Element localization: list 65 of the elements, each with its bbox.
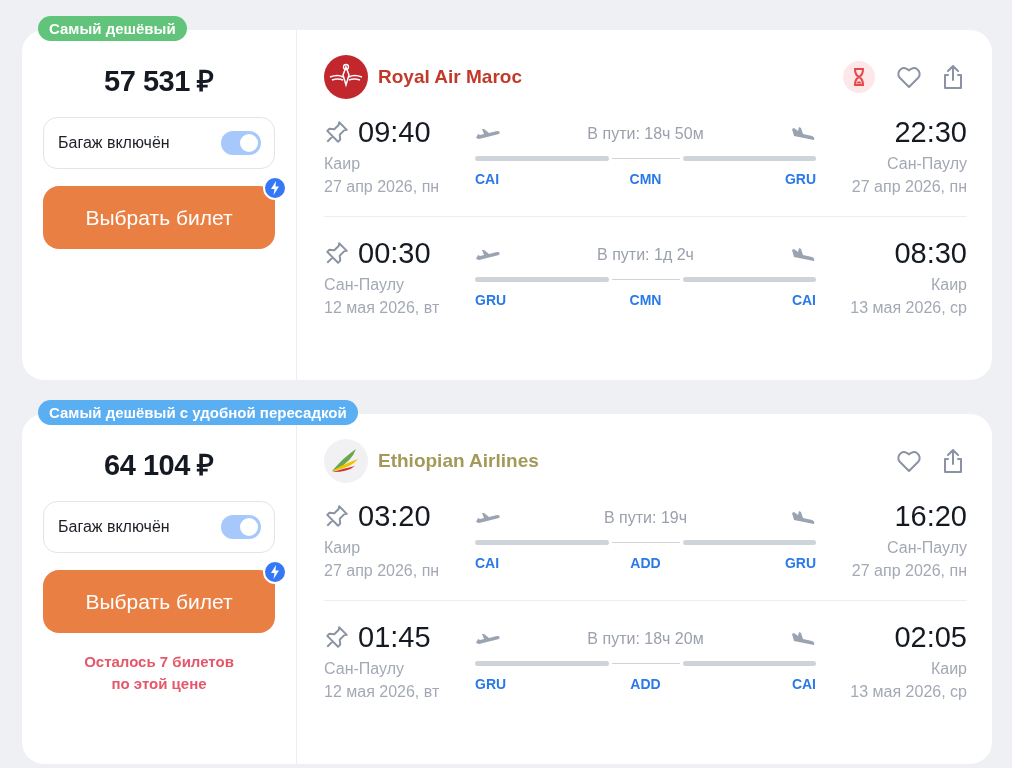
travel-duration: В пути: 1д 2ч <box>597 246 694 264</box>
arrival-time: 02:05 <box>893 620 967 655</box>
arrival-date: 27 апр 2026, пн <box>850 177 967 197</box>
pin-icon[interactable] <box>324 240 350 266</box>
airport-code: CMN <box>629 292 662 308</box>
airport-code: CMN <box>629 171 662 187</box>
airport-code: GRU <box>784 555 816 571</box>
offer-badge: Самый дешёвый <box>38 16 187 41</box>
landing-plane-icon <box>790 247 816 263</box>
airline-name: Royal Air Maroc <box>378 66 522 88</box>
landing-plane-icon <box>790 631 816 647</box>
departure-time: 03:20 <box>358 499 431 534</box>
departure-date: 27 апр 2026, пн <box>324 561 441 581</box>
arrival-date: 13 мая 2026, ср <box>849 682 967 702</box>
airport-code: ADD <box>630 555 661 571</box>
airport-code: ADD <box>630 676 661 692</box>
landing-plane-icon <box>790 510 816 526</box>
travel-duration: В пути: 18ч 50м <box>587 125 704 143</box>
departure-time: 01:45 <box>358 620 431 655</box>
baggage-label: Багаж включён <box>58 518 170 536</box>
tickets-left-note: Осталось 7 билетов по этой цене <box>83 652 235 694</box>
arrival-city: Каир <box>929 659 967 679</box>
airport-code: GRU <box>784 171 816 187</box>
pin-icon[interactable] <box>324 624 350 650</box>
departure-city: Каир <box>324 538 362 558</box>
arrival-date: 13 мая 2026, ср <box>849 298 967 318</box>
airport-code: CAI <box>475 171 500 187</box>
arrival-date: 27 апр 2026, пн <box>850 561 967 581</box>
airport-code: GRU <box>475 676 507 692</box>
price: 64 104 ₽ <box>104 448 214 483</box>
takeoff-plane-icon <box>475 247 501 263</box>
pin-icon[interactable] <box>324 503 350 529</box>
departure-date: 12 мая 2026, вт <box>324 298 441 318</box>
baggage-toggle-row[interactable]: Багаж включён <box>43 501 275 553</box>
departure-time: 09:40 <box>358 115 431 150</box>
arrival-time: 16:20 <box>893 499 967 534</box>
arrival-city: Сан-Паулу <box>886 154 967 174</box>
landing-plane-icon <box>790 126 816 142</box>
arrival-time: 08:30 <box>893 236 967 271</box>
arrival-time: 22:30 <box>893 115 967 150</box>
airport-code: CAI <box>791 676 816 692</box>
baggage-toggle-row[interactable]: Багаж включён <box>43 117 275 169</box>
price: 57 531 ₽ <box>104 64 214 99</box>
travel-duration: В пути: 19ч <box>603 509 688 527</box>
takeoff-plane-icon <box>475 631 501 647</box>
takeoff-plane-icon <box>475 510 501 526</box>
departure-time: 00:30 <box>358 236 431 271</box>
airport-code: CAI <box>475 555 500 571</box>
pin-icon[interactable] <box>324 119 350 145</box>
airport-code: GRU <box>475 292 507 308</box>
airport-code: CAI <box>791 292 816 308</box>
offer-badge: Самый дешёвый с удобной пересадкой <box>38 400 358 425</box>
airline-name: Ethiopian Airlines <box>378 450 539 472</box>
departure-date: 12 мая 2026, вт <box>324 682 441 702</box>
arrival-city: Каир <box>929 275 967 295</box>
departure-date: 27 апр 2026, пн <box>324 177 441 197</box>
travel-duration: В пути: 18ч 20м <box>587 630 704 648</box>
departure-city: Сан-Паулу <box>324 659 405 679</box>
departure-city: Сан-Паулу <box>324 275 405 295</box>
arrival-city: Сан-Паулу <box>886 538 967 558</box>
departure-city: Каир <box>324 154 362 174</box>
toggle-switch[interactable] <box>221 131 261 155</box>
toggle-switch[interactable] <box>221 515 261 539</box>
takeoff-plane-icon <box>475 126 501 142</box>
baggage-label: Багаж включён <box>58 134 170 152</box>
